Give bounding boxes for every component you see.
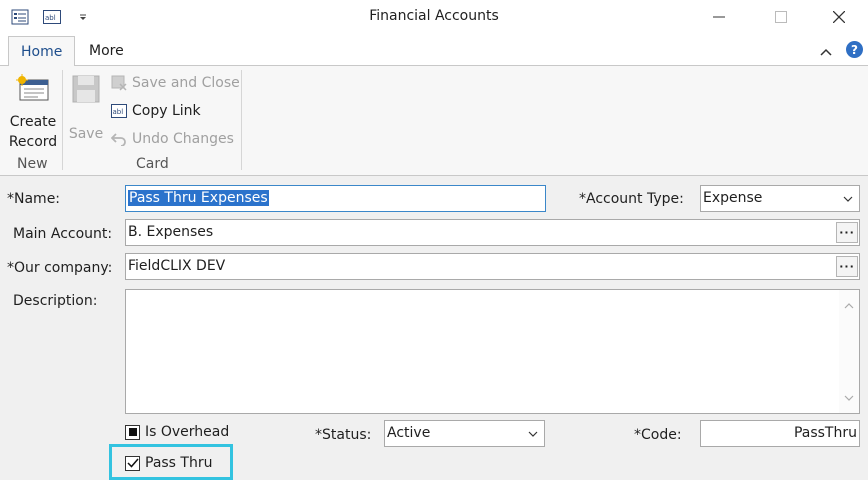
create-record-icon [16,74,50,108]
create-record-button[interactable]: Create Record [8,74,58,152]
ribbon-separator [241,70,242,170]
svg-text:abl: abl [45,14,56,22]
code-label: *Code: [634,427,682,443]
chevron-down-icon [528,421,538,446]
copy-link-label: Copy Link [132,103,201,119]
title-bar: abl Financial Accounts [0,0,868,34]
name-label: *Name: [7,191,61,207]
minimize-button[interactable] [696,0,742,34]
save-close-icon [110,74,128,92]
save-and-close-label: Save and Close [132,75,240,91]
undo-changes-label: Undo Changes [132,131,234,147]
description-label: Description: [13,293,98,309]
status-label: *Status: [315,427,372,443]
account-type-label: *Account Type: [579,191,684,207]
svg-text:abl: abl [113,108,124,116]
account-type-value: Expense [703,190,763,206]
scroll-up-icon[interactable] [844,297,854,313]
name-value: Pass Thru Expenses [128,190,269,206]
collapse-ribbon-icon[interactable] [820,44,832,60]
code-value: PassThru [793,425,857,441]
close-button[interactable] [816,0,862,34]
name-input[interactable]: Pass Thru Expenses [125,185,546,212]
main-account-label: Main Account: [13,226,113,242]
is-overhead-label: Is Overhead [145,424,230,440]
group-label-card: Card [136,156,169,172]
copy-link-icon: abl [110,102,128,120]
maximize-button[interactable] [758,0,804,34]
ribbon-separator [62,70,63,170]
save-button[interactable]: Save [68,74,104,144]
undo-changes-button[interactable]: Undo Changes [110,128,234,150]
save-icon [71,74,101,110]
pass-thru-highlight [109,444,233,480]
our-company-lookup-button[interactable]: ··· [836,256,858,277]
copy-link-button[interactable]: abl Copy Link [110,100,201,122]
is-overhead-checkbox[interactable]: Is Overhead [125,424,229,440]
chevron-down-icon [843,186,853,211]
main-account-lookup-button[interactable]: ··· [836,222,858,243]
help-icon[interactable]: ? [846,41,863,58]
our-company-input[interactable]: FieldCLIX DEV [125,253,860,280]
ribbon: Create Record New Save Save and Close ab… [0,66,868,176]
our-company-value: FieldCLIX DEV [128,258,226,274]
status-value: Active [387,425,431,441]
form-icon[interactable] [10,8,30,26]
scroll-down-icon[interactable] [844,389,854,405]
code-input[interactable]: PassThru [700,420,860,447]
description-textarea[interactable] [125,289,860,414]
ribbon-tabs: Home More ? [0,34,868,67]
status-select[interactable]: Active [384,420,545,447]
is-overhead-box [125,424,140,440]
save-label: Save [68,126,104,142]
our-company-label: *Our company: [7,260,113,276]
text-field-icon[interactable]: abl [42,8,62,26]
description-scrollbar[interactable] [839,290,859,413]
group-label-new: New [17,156,48,172]
quick-access-dropdown-icon[interactable] [76,8,90,26]
tab-more[interactable]: More [77,36,136,67]
tab-home[interactable]: Home [8,36,76,67]
main-account-input[interactable]: B. Expenses [125,219,860,246]
create-record-label-line1: Create [9,114,57,130]
main-account-value: B. Expenses [128,224,214,240]
save-and-close-button[interactable]: Save and Close [110,72,240,94]
account-form: *Name: Pass Thru Expenses *Account Type:… [0,177,868,480]
account-type-select[interactable]: Expense [700,185,860,212]
undo-icon [110,130,128,148]
create-record-label-line2: Record [8,134,58,150]
